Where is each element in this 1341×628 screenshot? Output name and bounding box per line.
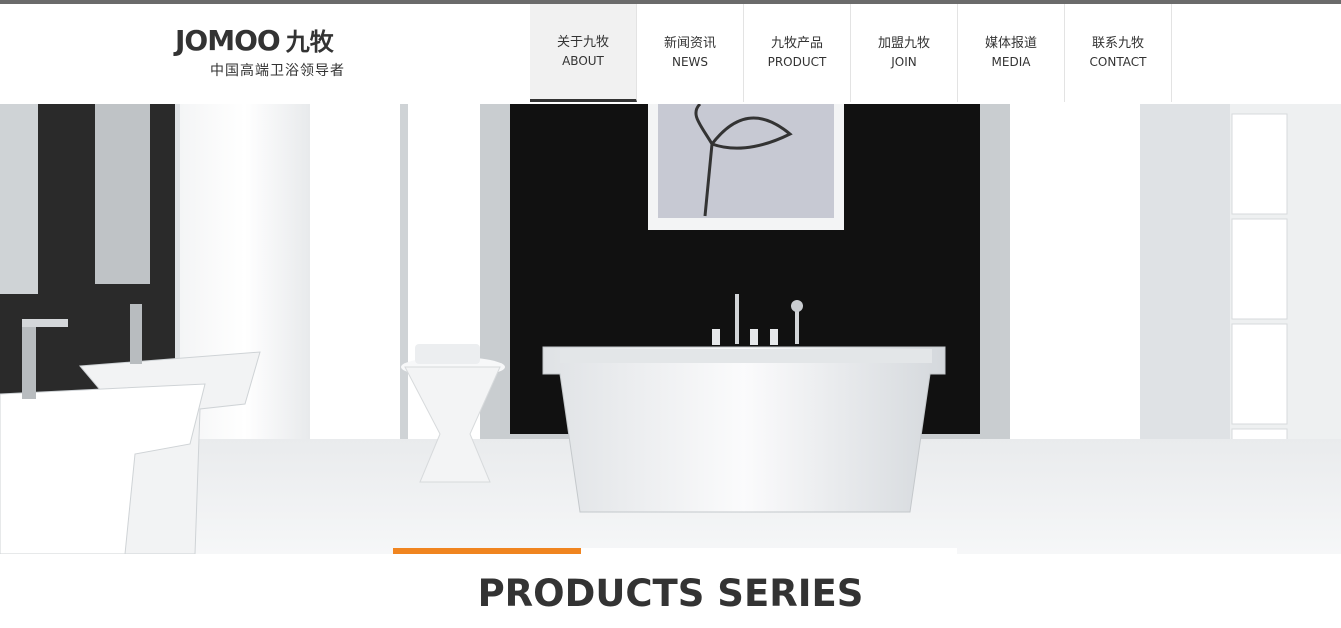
nav-label-en: NEWS xyxy=(671,55,709,69)
nav-item-about[interactable]: 关于九牧 ABOUT xyxy=(530,4,637,102)
nav-item-product[interactable]: 九牧产品 PRODUCT xyxy=(744,4,851,102)
nav-label-cn: 九牧产品 xyxy=(770,36,823,51)
banner-slider-progress[interactable] xyxy=(393,548,957,554)
nav-item-news[interactable]: 新闻资讯 NEWS xyxy=(637,4,744,102)
nav-label-cn: 加盟九牧 xyxy=(877,36,930,51)
site-header: JOMOO 九牧 中国高端卫浴领导者 关于九牧 ABOUT 新闻资讯 NEWS … xyxy=(0,4,1341,104)
brand-slogan: 中国高端卫浴领导者 xyxy=(210,63,345,79)
nav-label-en: CONTACT xyxy=(1089,55,1147,69)
jomoo-logo[interactable]: JOMOO 九牧 中国高端卫浴领导者 xyxy=(175,26,405,86)
nav-label-en: JOIN xyxy=(891,55,917,69)
main-nav: 关于九牧 ABOUT 新闻资讯 NEWS 九牧产品 PRODUCT 加盟九牧 J… xyxy=(530,4,1172,102)
nav-item-contact[interactable]: 联系九牧 CONTACT xyxy=(1065,4,1172,102)
hero-banner[interactable] xyxy=(0,104,1341,554)
slider-progress-fill xyxy=(393,548,581,554)
nav-label-en: ABOUT xyxy=(562,53,604,68)
nav-label-cn: 新闻资讯 xyxy=(663,36,716,51)
nav-item-join[interactable]: 加盟九牧 JOIN xyxy=(851,4,958,102)
nav-label-cn: 联系九牧 xyxy=(1091,36,1144,51)
nav-label-cn: 关于九牧 xyxy=(556,34,609,50)
nav-label-en: PRODUCT xyxy=(767,55,827,69)
bathroom-scene-image xyxy=(0,104,1341,554)
nav-label-cn: 媒体报道 xyxy=(984,36,1037,51)
logo-chinese-name: 九牧 xyxy=(285,28,334,56)
section-title: PRODUCTS SERIES xyxy=(477,572,864,615)
logo-wordmark: JOMOO xyxy=(175,24,281,57)
logo-mark: JOMOO 九牧 xyxy=(175,26,405,57)
nav-label-en: MEDIA xyxy=(991,55,1031,69)
nav-item-media[interactable]: 媒体报道 MEDIA xyxy=(958,4,1065,102)
